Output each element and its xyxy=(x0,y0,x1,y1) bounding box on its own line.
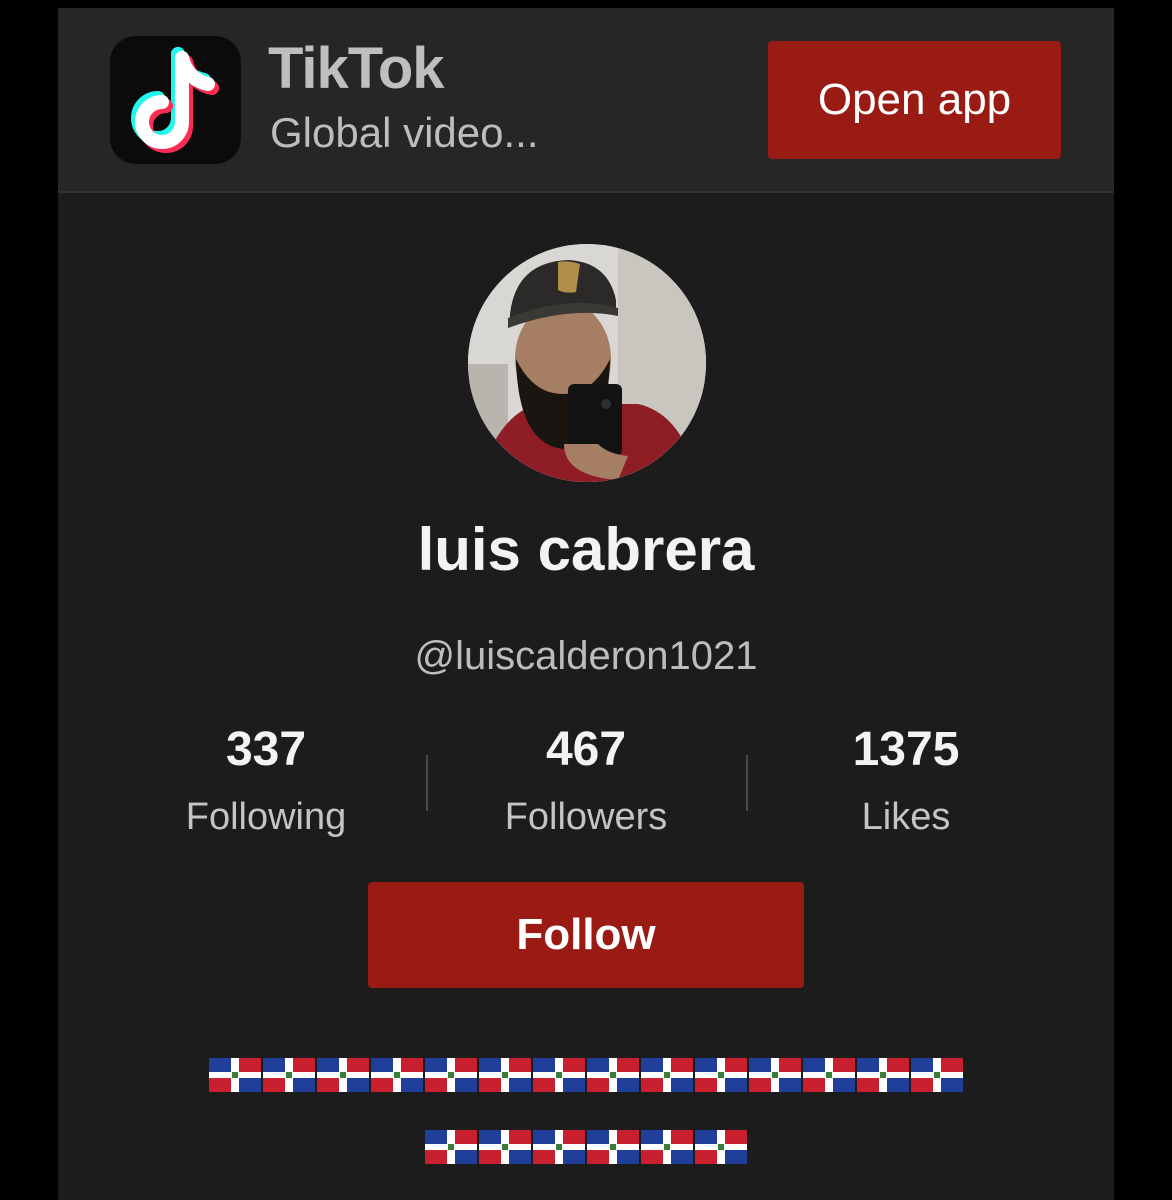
dominican-republic-flag-icon xyxy=(857,1058,909,1092)
dominican-republic-flag-icon xyxy=(641,1130,693,1164)
dominican-republic-flag-icon xyxy=(641,1058,693,1092)
likes-count: 1375 xyxy=(852,723,960,776)
dominican-republic-flag-icon xyxy=(695,1130,747,1164)
dominican-republic-flag-icon xyxy=(533,1130,585,1164)
dominican-republic-flag-icon xyxy=(533,1058,585,1092)
stat-followers[interactable]: 467 Followers xyxy=(436,723,736,838)
dominican-republic-flag-icon xyxy=(425,1058,477,1092)
stat-divider xyxy=(746,755,748,811)
app-name: TikTok xyxy=(268,36,445,101)
dominican-republic-flag-icon xyxy=(587,1130,639,1164)
stat-likes: 1375 Likes xyxy=(756,723,1056,838)
dominican-republic-flag-icon xyxy=(209,1058,261,1092)
dominican-republic-flag-icon xyxy=(263,1058,315,1092)
likes-label: Likes xyxy=(861,796,951,838)
following-label: Following xyxy=(185,796,347,838)
dominican-republic-flag-icon xyxy=(479,1130,531,1164)
avatar[interactable] xyxy=(468,244,706,482)
dominican-republic-flag-icon xyxy=(803,1058,855,1092)
followers-count: 467 xyxy=(545,723,627,776)
dominican-republic-flag-icon xyxy=(371,1058,423,1092)
app-banner: TikTok Global video... Open app xyxy=(58,8,1114,193)
dominican-republic-flag-icon xyxy=(479,1058,531,1092)
stat-following[interactable]: 337 Following xyxy=(116,723,416,838)
tiktok-logo-icon[interactable] xyxy=(110,36,241,164)
followers-label: Followers xyxy=(504,796,668,838)
stat-divider xyxy=(426,755,428,811)
display-name: luis cabrera xyxy=(417,516,755,583)
bio-line-2 xyxy=(58,1126,1114,1166)
following-count: 337 xyxy=(225,723,307,776)
dominican-republic-flag-icon xyxy=(695,1058,747,1092)
username-handle: @luiscalderon1021 xyxy=(414,634,758,678)
dominican-republic-flag-icon xyxy=(749,1058,801,1092)
open-app-button[interactable]: Open app xyxy=(768,41,1061,159)
dominican-republic-flag-icon xyxy=(587,1058,639,1092)
bio-line-1 xyxy=(58,1054,1114,1094)
follow-button[interactable]: Follow xyxy=(368,882,804,988)
dominican-republic-flag-icon xyxy=(911,1058,963,1092)
dominican-republic-flag-icon xyxy=(317,1058,369,1092)
dominican-republic-flag-icon xyxy=(425,1130,477,1164)
profile-screen: TikTok Global video... Open app luis cab… xyxy=(58,8,1114,1200)
app-subtitle: Global video... xyxy=(270,109,539,156)
